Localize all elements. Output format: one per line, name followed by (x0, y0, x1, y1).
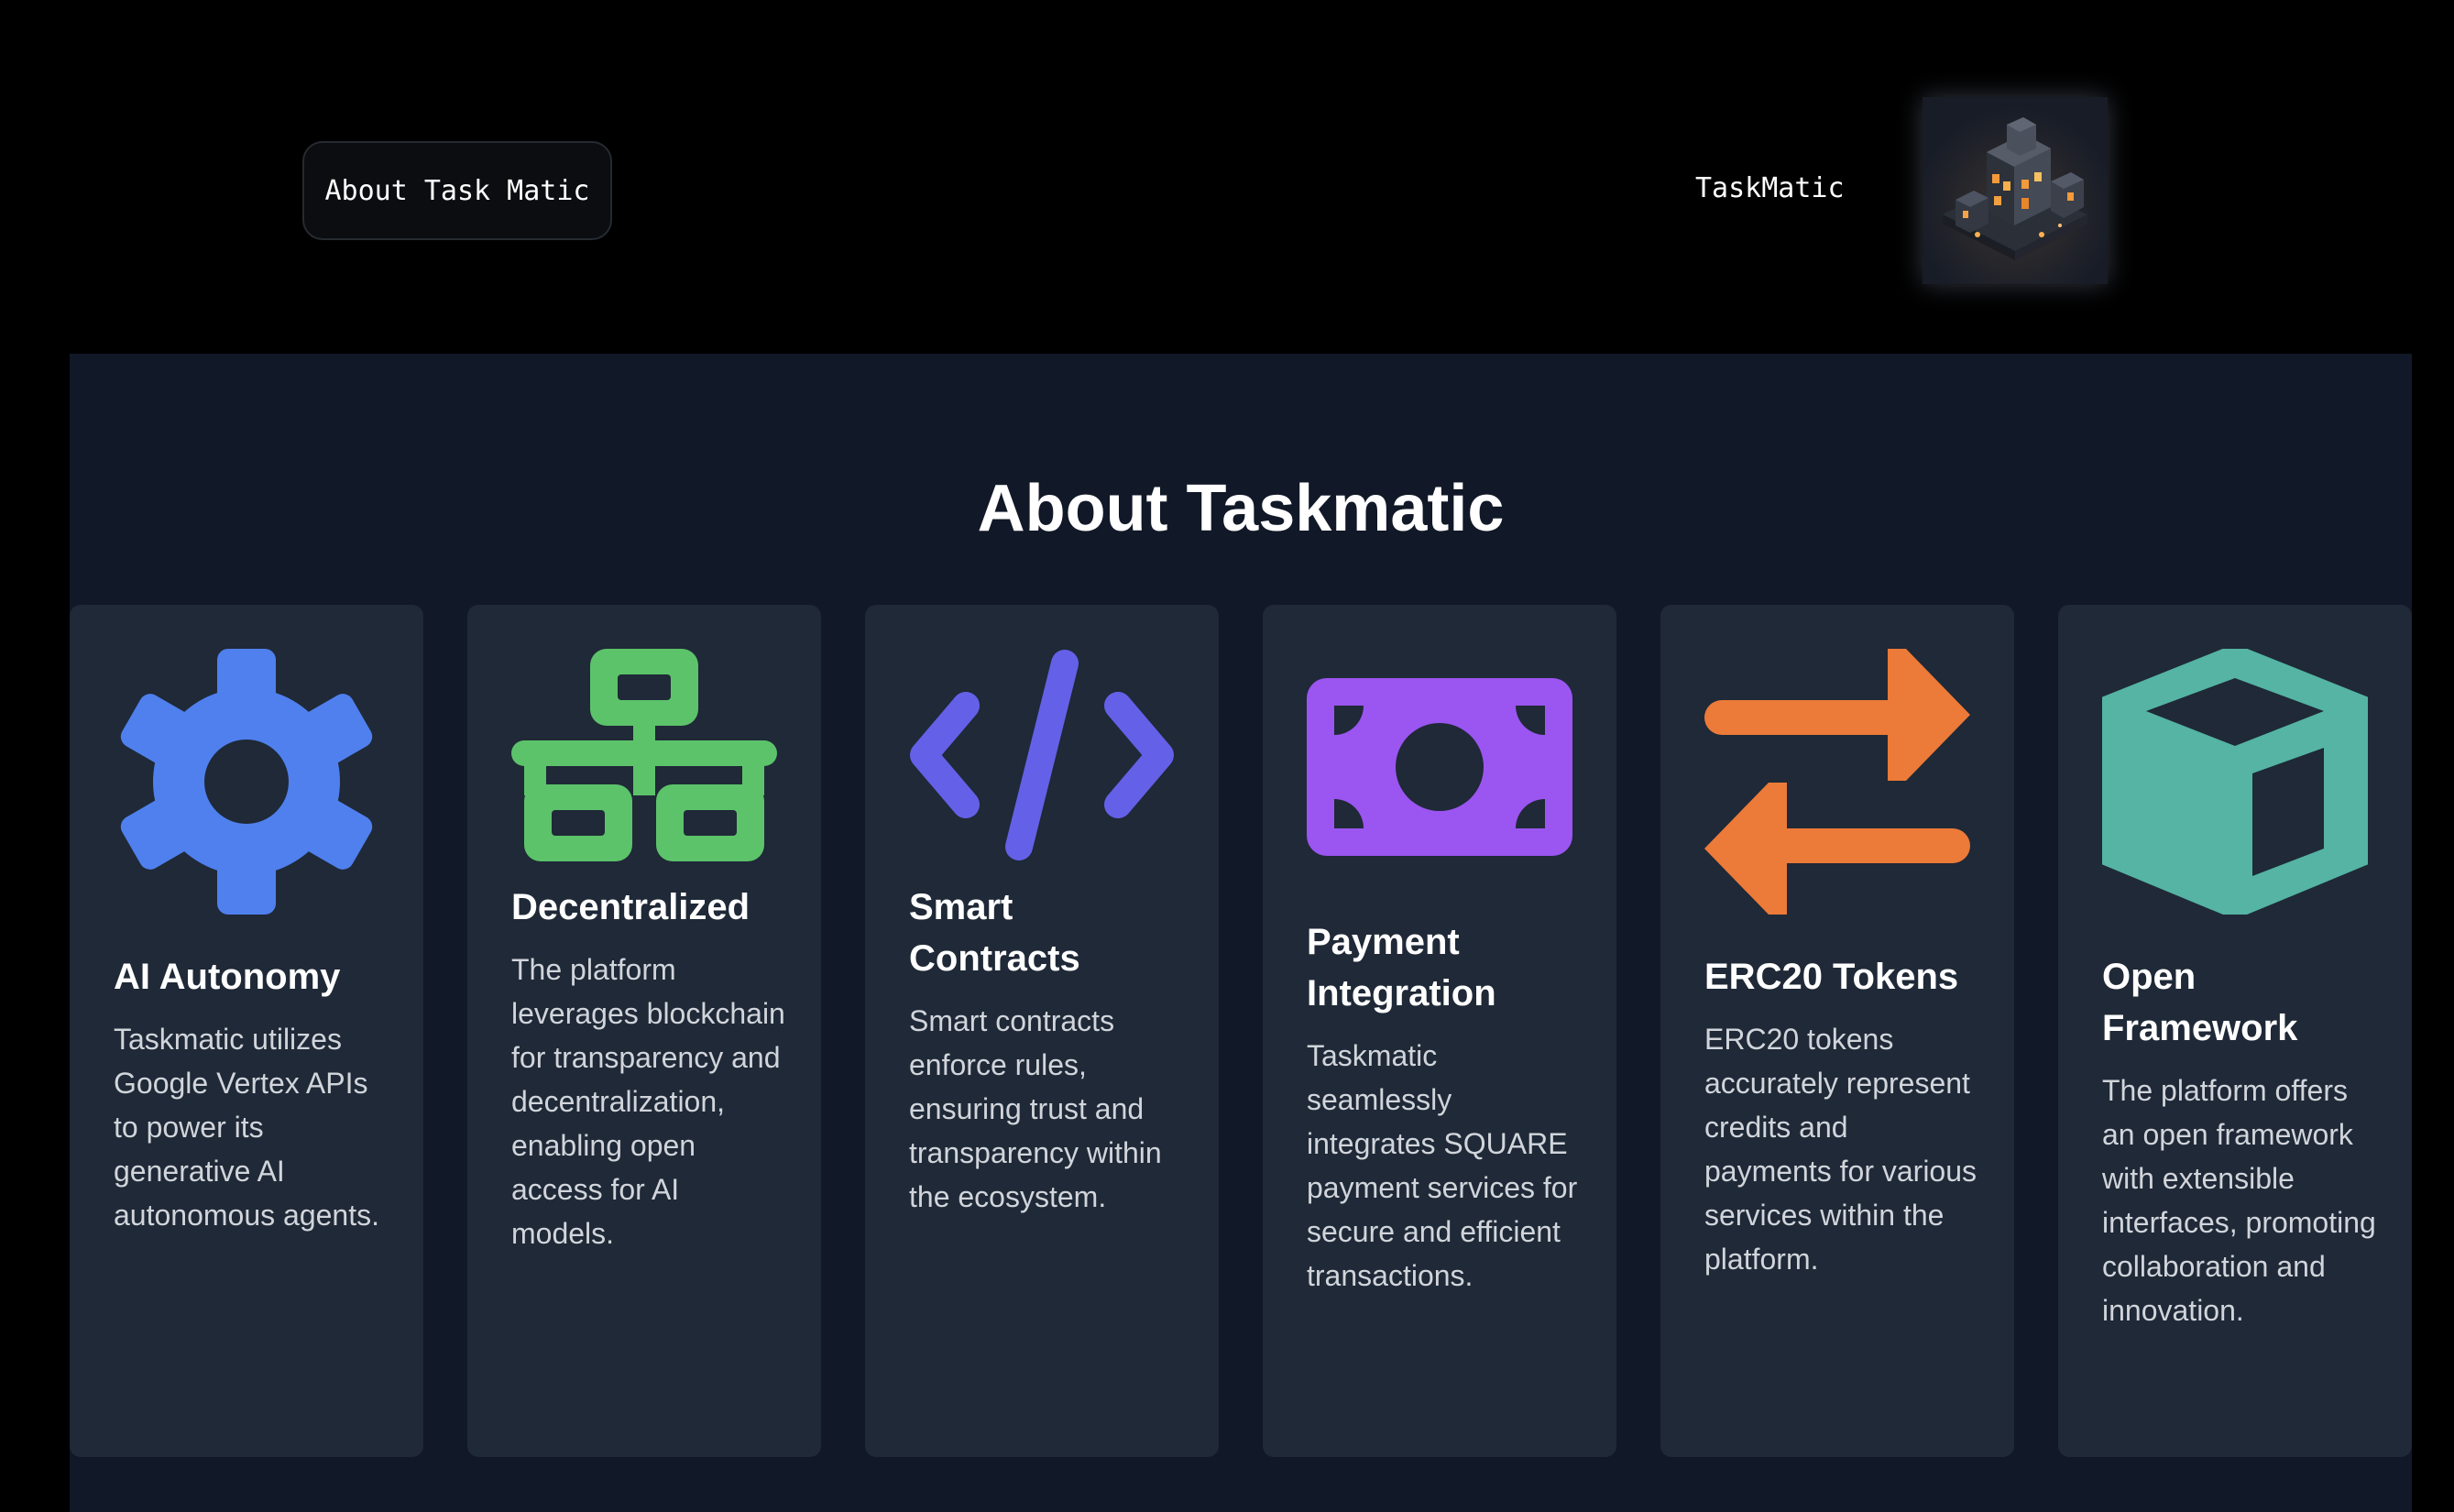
cube-icon (2102, 649, 2368, 915)
feature-card-ai-autonomy: AI Autonomy Taskmatic utilizes Google Ve… (70, 605, 423, 1457)
card-title: Payment Integration (1307, 922, 1496, 1013)
code-icon (909, 649, 1175, 861)
about-section: About Taskmatic AI Autonomy Taskmatic ut… (70, 354, 2412, 1512)
about-task-matic-button[interactable]: About Task Matic (302, 141, 612, 240)
card-description: Smart contracts enforce rules, ensuring … (909, 1004, 1162, 1213)
gear-icon (114, 649, 379, 915)
isometric-building-logo-icon (1923, 97, 2108, 284)
feature-card-erc20-tokens: ERC20 Tokens ERC20 tokens accurately rep… (1660, 605, 2014, 1457)
card-title: Open Framework (2102, 957, 2298, 1048)
card-description: ERC20 tokens accurately represent credit… (1704, 1023, 1977, 1276)
brand-logo-image[interactable] (1923, 97, 2108, 284)
card-description: The platform offers an open framework wi… (2102, 1074, 2376, 1327)
card-title: AI Autonomy (114, 957, 341, 997)
feature-card-payment-integration: Payment Integration Taskmatic seamlessly… (1263, 605, 1616, 1457)
exchange-arrows-icon (1704, 649, 1970, 915)
top-navigation-bar: About Task Matic TaskMatic (0, 0, 2454, 354)
card-description: Taskmatic utilizes Google Vertex APIs to… (114, 1023, 379, 1232)
feature-card-smart-contracts: Smart Contracts Smart contracts enforce … (865, 605, 1219, 1457)
network-icon (511, 649, 777, 861)
feature-card-open-framework: Open Framework The platform offers an op… (2058, 605, 2412, 1457)
card-title: ERC20 Tokens (1704, 957, 1959, 997)
section-title: About Taskmatic (977, 472, 1505, 545)
brand-name-link[interactable]: TaskMatic (1695, 170, 1845, 207)
card-title: Smart Contracts (909, 887, 1080, 979)
card-title: Decentralized (511, 887, 750, 927)
card-description: Taskmatic seamlessly integrates SQUARE p… (1307, 1039, 1578, 1292)
feature-card-decentralized: Decentralized The platform leverages blo… (467, 605, 821, 1457)
card-description: The platform leverages blockchain for tr… (511, 953, 785, 1250)
money-bill-icon (1307, 678, 1572, 856)
